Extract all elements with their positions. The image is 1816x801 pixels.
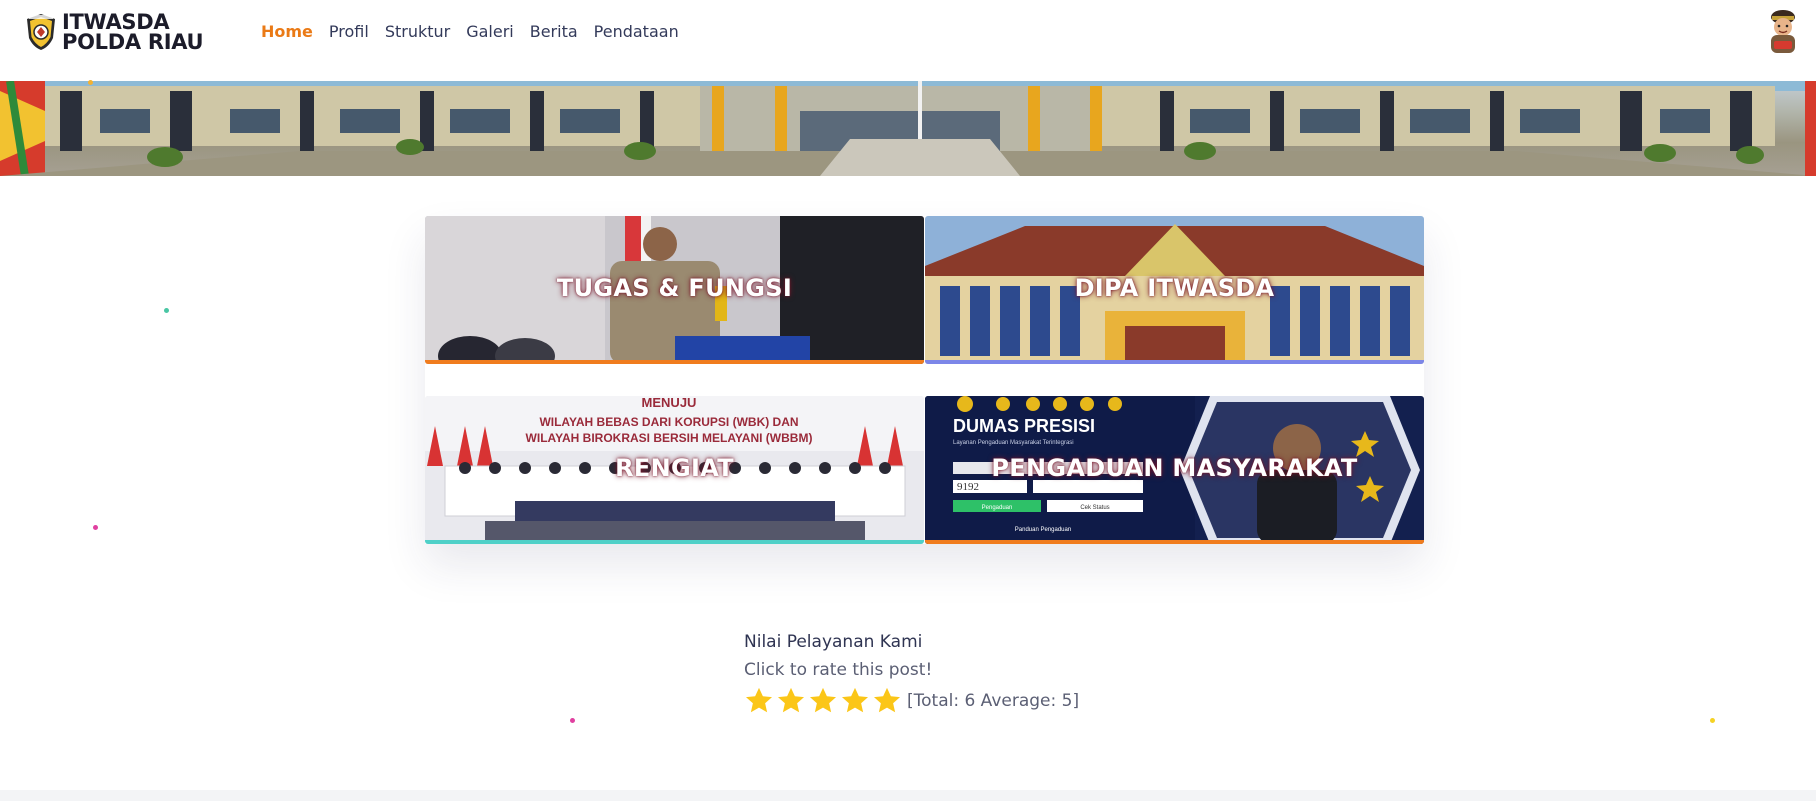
feature-cards-grid: TUGAS & FUNGSI DIPA ITWASDA MENUJU WILAY… [425,216,1424,544]
card-pengaduan-masyarakat[interactable]: DUMAS PRESISI Layanan Pengaduan Masyarak… [925,396,1424,544]
star-icon[interactable] [776,686,806,716]
card-underline [425,360,924,364]
card-rengiat-title: RENGIAT [615,454,734,482]
card-dipa-itwasda[interactable]: DIPA ITWASDA [925,216,1424,364]
police-mascot-icon[interactable] [1764,7,1802,57]
nav-profil[interactable]: Profil [329,22,369,41]
hero-banner [0,81,1816,176]
decorative-dot [570,718,575,723]
star-icon[interactable] [840,686,870,716]
logo-line-1: ITWASDA [62,10,170,34]
card-rengiat[interactable]: MENUJU WILAYAH BEBAS DARI KORUPSI (WBK) … [425,396,924,544]
site-logo[interactable]: ITWASDA POLDA RIAU [24,10,204,54]
card-pengaduan-masyarakat-title: PENGADUAN MASYARAKAT [991,454,1358,482]
nav-struktur[interactable]: Struktur [385,22,450,41]
logo-line-2: POLDA RIAU [62,30,204,54]
rating-subtitle: Click to rate this post! [744,660,933,680]
star-icon[interactable] [744,686,774,716]
nav-galeri[interactable]: Galeri [466,22,514,41]
star-icon[interactable] [808,686,838,716]
card-underline [425,540,924,544]
card-tugas-fungsi-title: TUGAS & FUNGSI [556,274,793,302]
main-nav: Home Profil Struktur Galeri Berita Penda… [261,22,679,41]
decorative-dot [88,80,93,85]
nav-home[interactable]: Home [261,22,313,41]
decorative-dot [1710,718,1715,723]
card-underline [925,540,1424,544]
decorative-dot [164,308,169,313]
hero-building-image [0,81,1816,176]
site-header: ITWASDA POLDA RIAU Home Profil Struktur … [0,0,1816,81]
rating-section: Nilai Pelayanan Kami Click to rate this … [744,632,1079,716]
rating-total: [Total: 6 Average: 5] [907,691,1080,711]
rating-stars: [Total: 6 Average: 5] [744,686,1079,716]
nav-berita[interactable]: Berita [530,22,578,41]
rating-title: Nilai Pelayanan Kami [744,632,923,652]
footer-strip [0,790,1816,801]
card-dipa-itwasda-title: DIPA ITWASDA [1074,274,1275,302]
star-icon[interactable] [872,686,902,716]
card-underline [925,360,1424,364]
card-tugas-fungsi[interactable]: TUGAS & FUNGSI [425,216,924,364]
nav-pendataan[interactable]: Pendataan [594,22,679,41]
police-shield-icon [27,14,55,50]
decorative-dot [93,525,98,530]
